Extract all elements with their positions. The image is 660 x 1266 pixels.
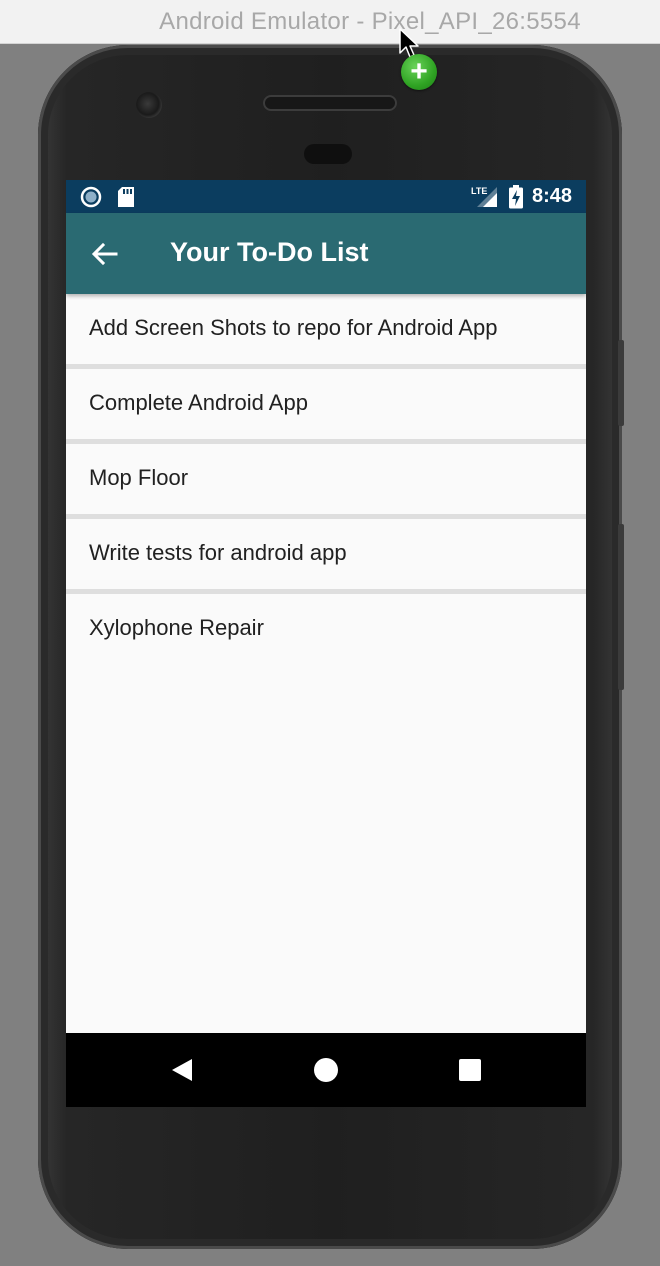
earpiece-speaker bbox=[263, 95, 397, 111]
nav-recents-icon[interactable] bbox=[459, 1059, 481, 1081]
todo-list: Add Screen Shots to repo for Android App… bbox=[66, 294, 586, 664]
status-bar: LTE 8:48 bbox=[66, 180, 586, 213]
app-bar: Your To-Do List bbox=[66, 213, 586, 294]
status-clock: 8:48 bbox=[532, 185, 573, 207]
emulator-title-bar: Android Emulator - Pixel_API_26:5554 bbox=[0, 0, 660, 44]
list-item-label: Mop Floor bbox=[89, 465, 189, 490]
lte-label: LTE bbox=[471, 186, 487, 196]
list-item-label: Write tests for android app bbox=[89, 540, 347, 565]
list-item[interactable]: Add Screen Shots to repo for Android App bbox=[66, 294, 586, 369]
window-title: Android Emulator - Pixel_API_26:5554 bbox=[159, 8, 581, 35]
list-item[interactable]: Xylophone Repair bbox=[66, 594, 586, 664]
navigation-bar bbox=[66, 1033, 586, 1107]
list-item[interactable]: Complete Android App bbox=[66, 369, 586, 444]
sd-card-icon bbox=[118, 187, 134, 207]
front-camera-icon bbox=[136, 92, 162, 118]
battery-charging-icon bbox=[509, 185, 523, 209]
list-item[interactable]: Write tests for android app bbox=[66, 519, 586, 594]
proximity-sensor bbox=[304, 144, 352, 164]
list-item-label: Xylophone Repair bbox=[89, 615, 264, 640]
arrow-left-icon[interactable] bbox=[88, 237, 122, 271]
copy-plus-badge-icon: + bbox=[401, 54, 437, 90]
nav-back-icon[interactable] bbox=[170, 1058, 194, 1082]
page-title: Your To-Do List bbox=[170, 237, 369, 267]
list-item-label: Add Screen Shots to repo for Android App bbox=[89, 315, 498, 340]
list-item-label: Complete Android App bbox=[89, 390, 308, 415]
device-screen: LTE 8:48 Your To-Do List Add Screen Shot… bbox=[66, 180, 586, 1107]
lte-signal-icon: LTE bbox=[471, 186, 497, 207]
circle-notification-icon bbox=[80, 186, 102, 208]
power-button[interactable] bbox=[618, 340, 624, 426]
nav-home-icon[interactable] bbox=[314, 1058, 338, 1082]
volume-button[interactable] bbox=[618, 524, 624, 690]
list-item[interactable]: Mop Floor bbox=[66, 444, 586, 519]
